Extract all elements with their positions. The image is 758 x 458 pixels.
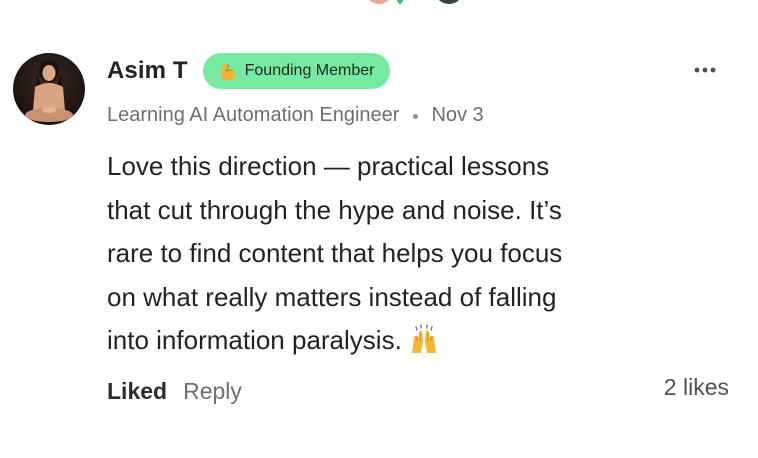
avatar xyxy=(366,0,392,4)
avatar xyxy=(396,0,404,4)
separator-dot xyxy=(413,113,419,119)
author-row: Asim T Founding Member xyxy=(107,52,391,90)
comment-date[interactable]: Nov 3 xyxy=(431,104,483,127)
raising-hands-icon xyxy=(408,323,440,355)
avatar xyxy=(436,0,462,4)
author-subline: Learning AI Automation Engineer Nov 3 xyxy=(107,101,484,129)
reply-button[interactable]: Reply xyxy=(183,378,242,405)
comment-card: Asim T Founding Member Learning AI Autom… xyxy=(0,0,758,458)
comment-text: Love this direction — practical lessons … xyxy=(107,151,563,355)
flexed-biceps-icon xyxy=(217,60,239,82)
more-options-button[interactable] xyxy=(692,60,718,80)
comment-body: Love this direction — practical lessons … xyxy=(107,145,697,363)
founding-member-badge: Founding Member xyxy=(202,53,391,89)
author-avatar-image xyxy=(13,53,85,125)
top-avatar-stack xyxy=(366,0,466,4)
liked-button[interactable]: Liked xyxy=(107,378,167,405)
author-avatar[interactable] xyxy=(13,53,85,125)
comment-actions: Liked Reply xyxy=(107,375,242,407)
author-subtitle: Learning AI Automation Engineer xyxy=(107,103,400,126)
more-horizontal-icon xyxy=(694,67,716,73)
author-name[interactable]: Asim T xyxy=(107,57,188,85)
badge-label: Founding Member xyxy=(244,62,375,79)
likes-count[interactable]: 2 likes xyxy=(664,374,729,401)
